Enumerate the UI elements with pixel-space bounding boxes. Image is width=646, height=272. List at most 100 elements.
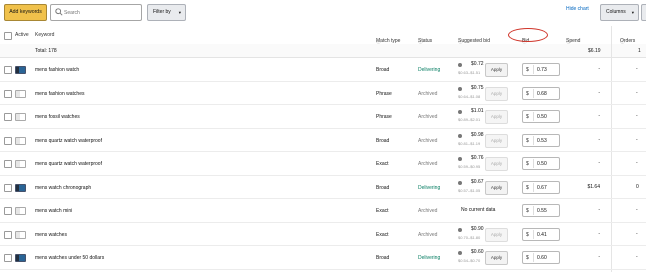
row-checkbox[interactable] — [4, 207, 12, 215]
currency-symbol: $ — [526, 114, 529, 120]
chevron-down-icon: ▾ — [178, 10, 181, 15]
bid-value[interactable]: 0.60 — [537, 255, 547, 261]
header-active[interactable]: Active — [15, 32, 29, 38]
select-all-checkbox[interactable] — [4, 32, 12, 40]
active-toggle[interactable] — [15, 160, 26, 168]
active-toggle[interactable] — [15, 207, 26, 215]
row-checkbox[interactable] — [4, 254, 12, 262]
suggested-bid-value: $0.98 — [471, 131, 484, 138]
suggested-bid-value: $0.76 — [471, 155, 484, 161]
info-icon — [458, 251, 462, 255]
status-cell: Archived — [418, 90, 438, 97]
status-cell: Archived — [418, 208, 438, 214]
header-keyword[interactable]: Keyword — [35, 32, 54, 38]
keyword-cell: mens watches — [35, 231, 67, 238]
bid-value[interactable]: 0.50 — [537, 114, 547, 120]
bid-input[interactable]: $0.50 — [522, 157, 560, 170]
apply-button[interactable]: Apply — [485, 63, 508, 77]
row-checkbox[interactable] — [4, 66, 12, 74]
row-checkbox[interactable] — [4, 89, 12, 98]
apply-button[interactable]: Apply — [485, 133, 508, 148]
bid-input[interactable]: $0.53 — [522, 133, 560, 147]
status-cell: Archived — [418, 137, 438, 144]
apply-button[interactable]: Apply — [485, 157, 508, 171]
active-toggle[interactable] — [15, 230, 26, 239]
columns-label: Columns — [606, 9, 626, 15]
info-icon — [458, 157, 462, 161]
bid-input[interactable]: $0.50 — [522, 110, 560, 123]
search-icon — [55, 8, 63, 16]
suggested-bid-range: $0.64–$1.08 — [458, 93, 481, 99]
active-toggle[interactable] — [15, 113, 26, 121]
apply-button[interactable]: Apply — [485, 227, 508, 242]
total-orders: 1 — [638, 48, 641, 54]
keyword-table-body: mens fashion watch Broad Delivering $0.72 $0… — [0, 58, 646, 270]
active-toggle[interactable] — [15, 89, 26, 98]
add-keywords-button[interactable]: Add keywords — [4, 4, 47, 21]
status-cell: Archived — [418, 161, 438, 167]
search-box[interactable] — [50, 4, 142, 21]
row-checkbox[interactable] — [4, 160, 12, 168]
apply-button[interactable]: Apply — [485, 86, 508, 101]
active-toggle[interactable] — [15, 183, 26, 192]
bid-input[interactable]: $0.68 — [522, 86, 560, 100]
orders-cell: - — [636, 66, 638, 72]
bid-value[interactable]: 0.55 — [537, 208, 547, 214]
currency-symbol: $ — [526, 255, 529, 261]
spend-cell: - — [598, 89, 600, 96]
info-icon — [458, 227, 462, 232]
apply-button[interactable]: Apply — [485, 180, 508, 195]
row-checkbox[interactable] — [4, 183, 12, 192]
total-row: Total: 178 $6.19 1 — [0, 44, 646, 58]
table-row: mens quartz watch waterproof Broad Archive… — [0, 129, 646, 152]
match-type-cell: Phrase — [376, 90, 392, 97]
match-type-cell: Phrase — [376, 114, 392, 120]
suggested-bid-value: $0.75 — [471, 84, 484, 91]
row-checkbox[interactable] — [4, 230, 12, 239]
bid-input[interactable]: $0.67 — [522, 180, 560, 194]
toolbar-extra-button[interactable] — [641, 4, 646, 21]
keyword-cell: mens quartz watch waterproof — [35, 137, 102, 144]
orders-cell: - — [636, 254, 638, 260]
bid-value[interactable]: 0.41 — [537, 232, 547, 238]
apply-button[interactable]: Apply — [485, 110, 508, 124]
row-checkbox[interactable] — [4, 113, 12, 121]
total-spend: $6.19 — [588, 48, 601, 54]
total-label: Total: 178 — [35, 48, 57, 54]
bid-value[interactable]: 0.50 — [537, 161, 547, 167]
keyword-cell: mens watch mini — [35, 208, 73, 214]
chevron-down-icon: ▾ — [631, 10, 634, 15]
status-cell: Archived — [418, 231, 438, 238]
keyword-cell: mens fossil watches — [35, 114, 80, 120]
bid-value[interactable]: 0.53 — [537, 138, 547, 144]
bid-input[interactable]: $0.55 — [522, 204, 560, 217]
search-input[interactable] — [64, 5, 138, 20]
bid-input[interactable]: $0.60 — [522, 251, 560, 264]
row-checkbox[interactable] — [4, 136, 12, 145]
hide-chart-link[interactable]: Hide chart — [566, 6, 589, 12]
keyword-cell: mens fashion watch — [35, 67, 80, 73]
filter-by-dropdown[interactable]: Filter by ▾ — [147, 4, 186, 21]
no-data-text: No current data — [461, 207, 496, 213]
bid-value[interactable]: 0.73 — [537, 67, 547, 73]
currency-symbol: $ — [526, 208, 529, 214]
bid-value[interactable]: 0.67 — [537, 185, 547, 191]
orders-cell: - — [636, 230, 638, 237]
bid-input[interactable]: $0.73 — [522, 63, 560, 76]
keyword-cell: mens fashion watches — [35, 90, 85, 97]
status-cell: Delivering — [418, 255, 441, 261]
info-icon — [458, 86, 462, 91]
match-type-cell: Exact — [376, 208, 389, 214]
apply-button[interactable]: Apply — [485, 251, 508, 265]
table-header: Active Keyword Match type ⓘ Status ⓘ Sug… — [0, 26, 646, 45]
suggested-bid-range: $0.54–$0.70 — [458, 258, 481, 263]
currency-symbol: $ — [526, 231, 529, 238]
active-toggle[interactable] — [15, 66, 26, 74]
active-toggle[interactable] — [15, 254, 26, 262]
table-row: mens fossil watches Phrase Archived $1.01 $0… — [0, 105, 646, 129]
columns-dropdown[interactable]: Columns ▾ — [600, 4, 639, 21]
bid-input[interactable]: $0.41 — [522, 227, 560, 241]
bid-value[interactable]: 0.68 — [537, 91, 547, 97]
active-toggle[interactable] — [15, 136, 26, 145]
filter-by-label: Filter by — [153, 9, 171, 15]
